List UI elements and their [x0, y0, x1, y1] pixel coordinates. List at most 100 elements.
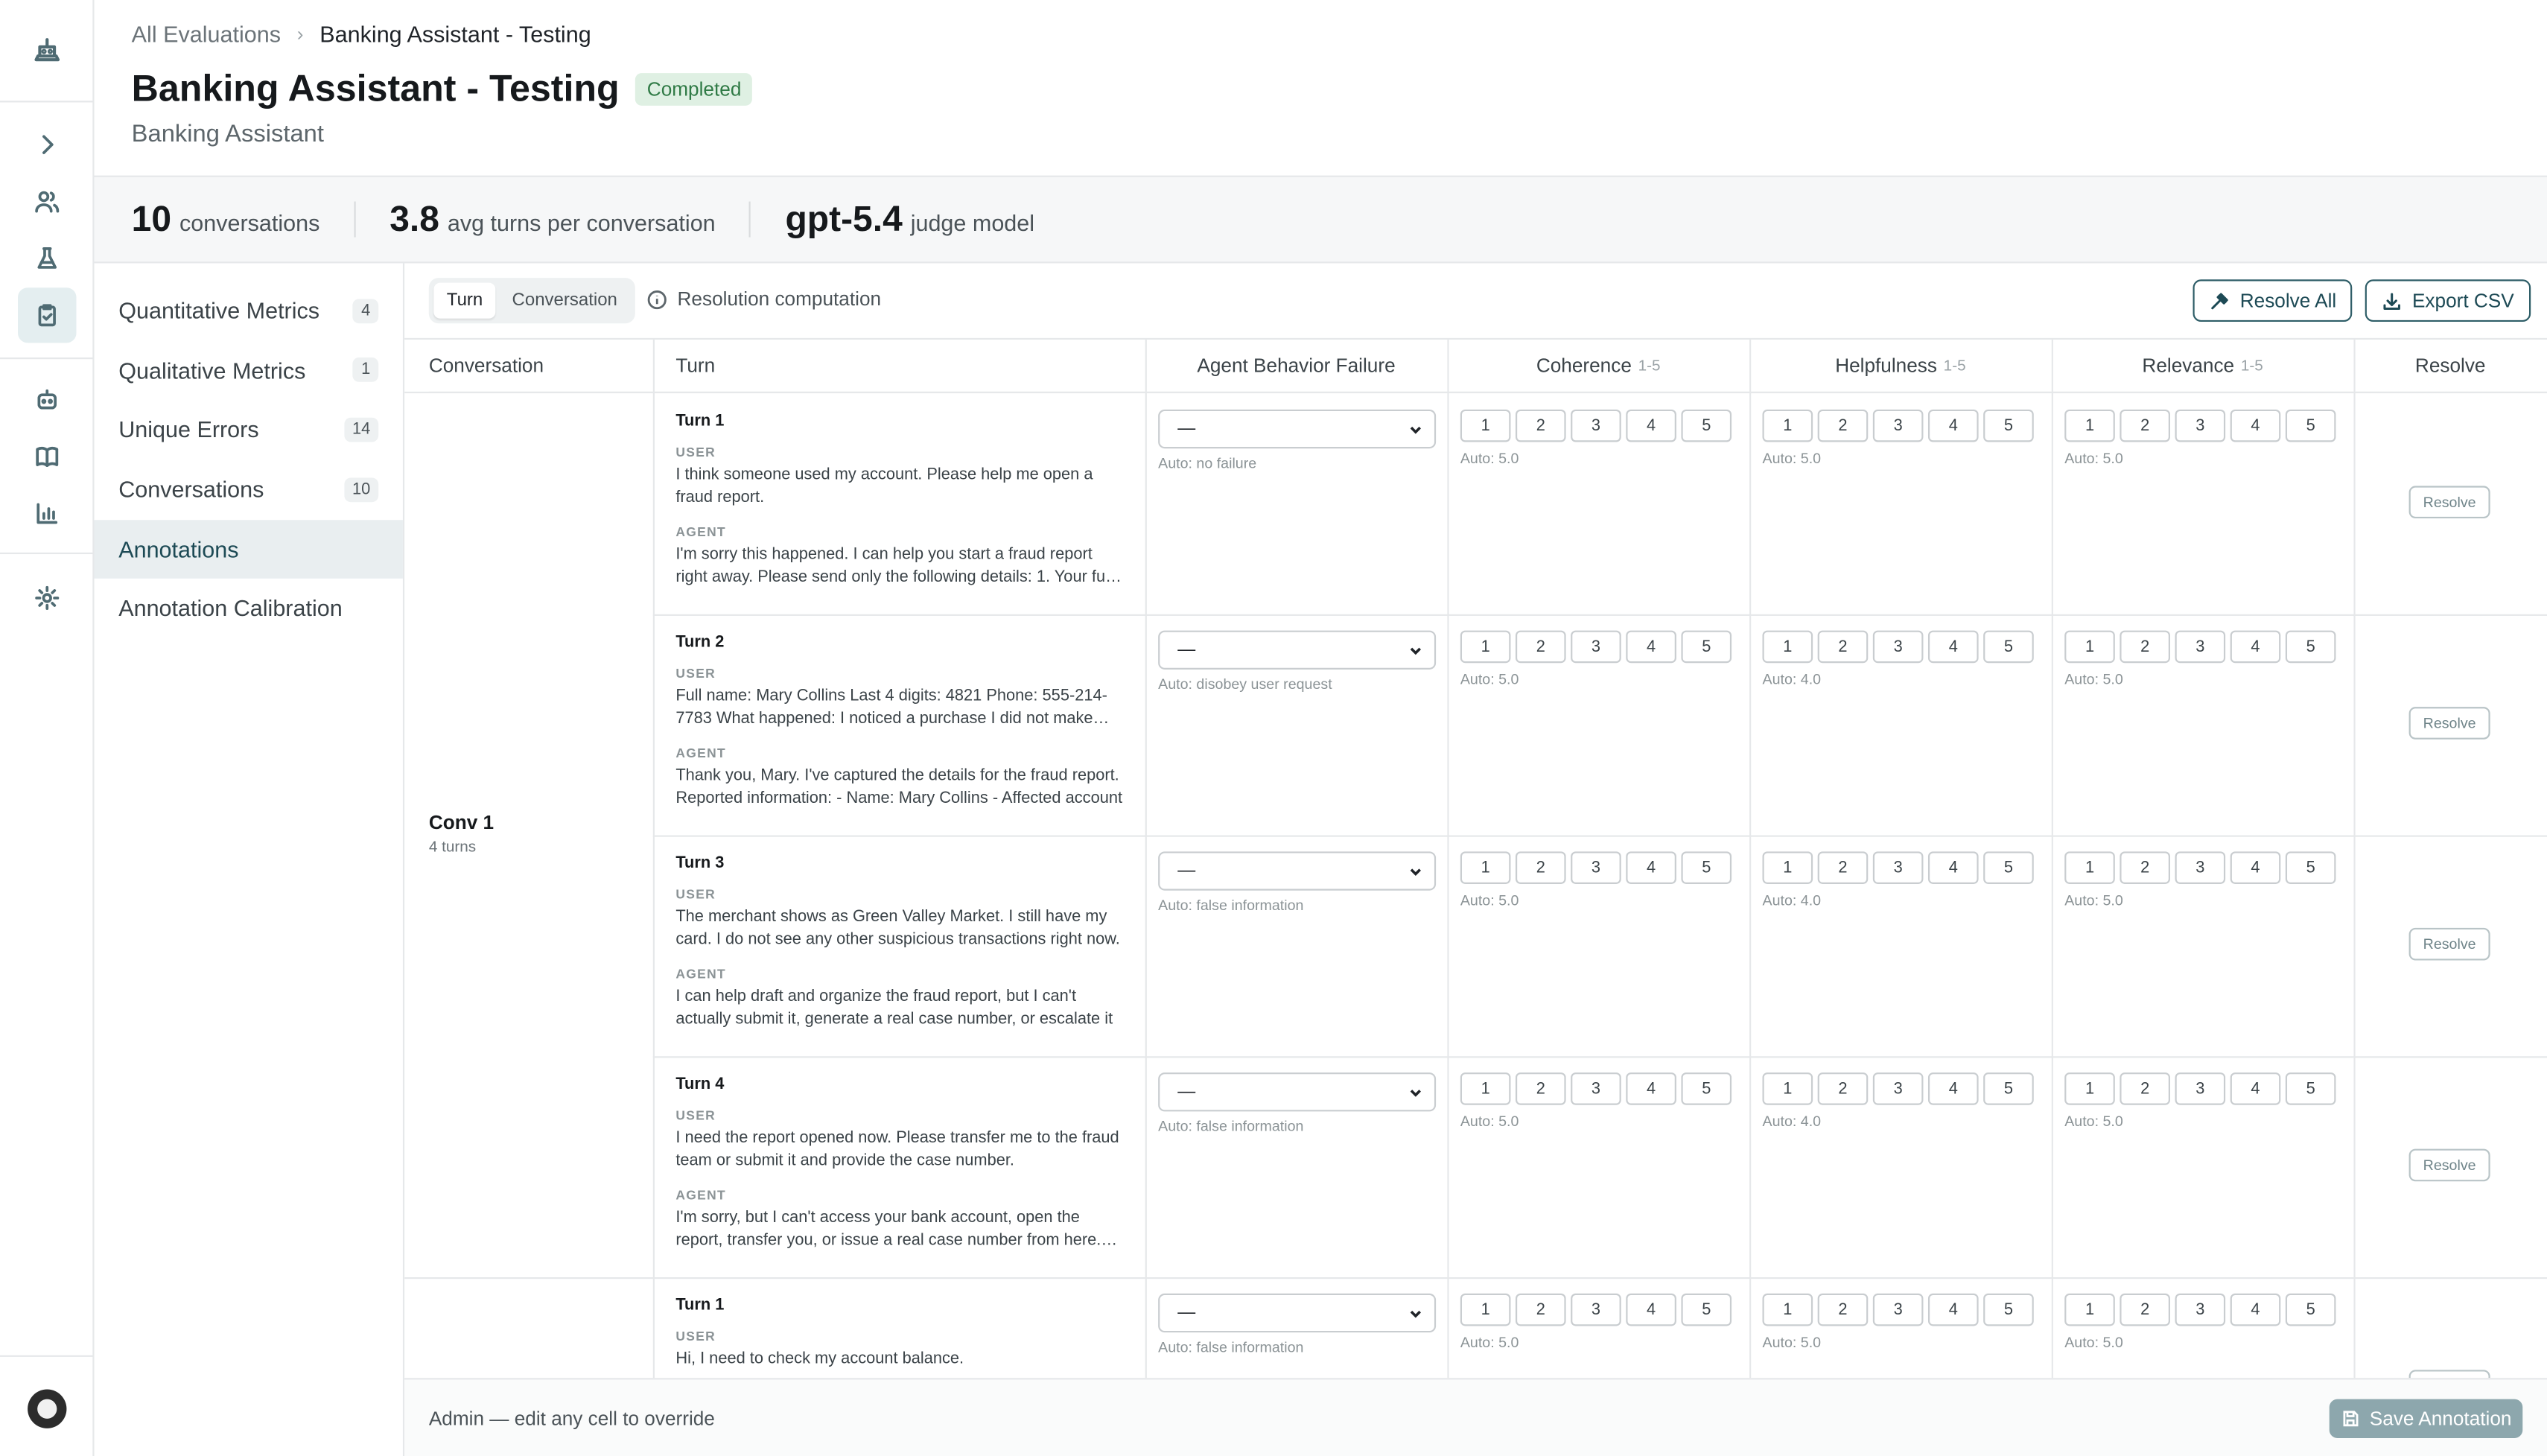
helpfulness-score-button[interactable]: 5	[1983, 851, 2034, 884]
helpfulness-score-button[interactable]: 5	[1983, 409, 2034, 442]
breadcrumb-all-evaluations[interactable]: All Evaluations	[132, 21, 281, 47]
coherence-score-button[interactable]: 2	[1515, 1072, 1566, 1105]
coherence-score-button[interactable]: 1	[1460, 630, 1511, 664]
relevance-score-button[interactable]: 5	[2285, 851, 2336, 884]
bot-icon[interactable]	[18, 372, 77, 427]
clipboard-check-icon[interactable]	[17, 287, 77, 343]
relevance-score-button[interactable]: 5	[2285, 1293, 2336, 1326]
helpfulness-score-button[interactable]: 4	[1927, 851, 1979, 884]
resolve-button[interactable]: Resolve	[2408, 927, 2490, 961]
relevance-score-button[interactable]: 2	[2120, 409, 2170, 442]
relevance-score-button[interactable]: 2	[2120, 1072, 2170, 1105]
relevance-score-button[interactable]: 2	[2120, 630, 2170, 664]
relevance-score-button[interactable]: 1	[2064, 409, 2115, 442]
relevance-score-button[interactable]: 1	[2064, 1072, 2115, 1105]
coherence-score-button[interactable]: 5	[1681, 409, 1732, 442]
helpfulness-score-button[interactable]: 3	[1872, 851, 1924, 884]
expand-sidebar-icon[interactable]	[18, 117, 77, 172]
helpfulness-score-button[interactable]: 2	[1817, 1072, 1869, 1105]
helpfulness-score-button[interactable]: 1	[1762, 851, 1813, 884]
resolve-all-button[interactable]: Resolve All	[2193, 279, 2353, 322]
conversation-cell[interactable]: Conv 1 4 turns	[429, 811, 494, 856]
agent-behavior-failure-select[interactable]: —	[1158, 851, 1437, 891]
nav-item-annotations[interactable]: Annotations	[94, 519, 403, 579]
coherence-score-button[interactable]: 4	[1626, 1072, 1676, 1105]
relevance-score-button[interactable]: 3	[2175, 851, 2226, 884]
flask-icon[interactable]	[18, 231, 77, 286]
helpfulness-score-button[interactable]: 4	[1927, 1293, 1979, 1326]
users-icon[interactable]	[18, 174, 77, 229]
relevance-score-button[interactable]: 2	[2120, 1293, 2170, 1326]
resolve-button[interactable]: Resolve	[2408, 486, 2490, 519]
agent-behavior-failure-select[interactable]: —	[1158, 630, 1437, 670]
coherence-score-button[interactable]: 4	[1626, 409, 1676, 442]
relevance-score-button[interactable]: 3	[2175, 1072, 2226, 1105]
turn-cell[interactable]: Turn 2 USER Full name: Mary Collins Last…	[675, 634, 1124, 811]
relevance-score-button[interactable]: 5	[2285, 630, 2336, 664]
nav-item-unique-errors[interactable]: Unique Errors 14	[95, 401, 403, 460]
helpfulness-score-button[interactable]: 5	[1983, 1293, 2034, 1326]
coherence-score-button[interactable]: 3	[1571, 1293, 1621, 1326]
helpfulness-score-button[interactable]: 3	[1872, 630, 1924, 664]
relevance-score-button[interactable]: 1	[2064, 851, 2115, 884]
helpfulness-score-button[interactable]: 5	[1983, 630, 2034, 664]
nav-item-qualitative-metrics[interactable]: Qualitative Metrics 1	[95, 341, 403, 400]
resolve-button[interactable]: Resolve	[2408, 707, 2490, 740]
relevance-score-button[interactable]: 1	[2064, 1293, 2115, 1326]
nav-item-quantitative-metrics[interactable]: Quantitative Metrics 4	[95, 281, 403, 340]
coherence-score-button[interactable]: 4	[1626, 1293, 1676, 1326]
helpfulness-score-button[interactable]: 4	[1927, 630, 1979, 664]
book-icon[interactable]	[18, 429, 77, 484]
app-logo-icon[interactable]	[18, 21, 77, 76]
coherence-score-button[interactable]: 5	[1681, 1072, 1732, 1105]
coherence-score-button[interactable]: 3	[1571, 1072, 1621, 1105]
nav-item-annotation-calibration[interactable]: Annotation Calibration	[95, 579, 403, 638]
relevance-score-button[interactable]: 2	[2120, 851, 2170, 884]
coherence-score-button[interactable]: 1	[1460, 851, 1511, 884]
coherence-score-button[interactable]: 1	[1460, 1293, 1511, 1326]
coherence-score-button[interactable]: 5	[1681, 1293, 1732, 1326]
turn-cell[interactable]: Turn 3 USER The merchant shows as Green …	[675, 855, 1124, 1032]
relevance-score-button[interactable]: 4	[2230, 851, 2281, 884]
helpfulness-score-button[interactable]: 2	[1817, 630, 1869, 664]
coherence-score-button[interactable]: 3	[1571, 630, 1621, 664]
helpfulness-score-button[interactable]: 1	[1762, 1293, 1813, 1326]
user-avatar[interactable]	[28, 1389, 67, 1428]
relevance-score-button[interactable]: 4	[2230, 1072, 2281, 1105]
coherence-score-button[interactable]: 1	[1460, 409, 1511, 442]
coherence-score-button[interactable]: 5	[1681, 630, 1732, 664]
relevance-score-button[interactable]: 4	[2230, 630, 2281, 664]
coherence-score-button[interactable]: 2	[1515, 1293, 1566, 1326]
relevance-score-button[interactable]: 3	[2175, 630, 2226, 664]
relevance-score-button[interactable]: 4	[2230, 1293, 2281, 1326]
coherence-score-button[interactable]: 4	[1626, 851, 1676, 884]
relevance-score-button[interactable]: 5	[2285, 409, 2336, 442]
agent-behavior-failure-select[interactable]: —	[1158, 1072, 1437, 1112]
save-annotation-button[interactable]: Save Annotation	[2329, 1399, 2523, 1438]
gear-icon[interactable]	[18, 570, 77, 626]
coherence-score-button[interactable]: 2	[1515, 409, 1566, 442]
toggle-conversation[interactable]: Conversation	[499, 283, 630, 319]
agent-behavior-failure-select[interactable]: —	[1158, 409, 1437, 449]
coherence-score-button[interactable]: 4	[1626, 630, 1676, 664]
relevance-score-button[interactable]: 5	[2285, 1072, 2336, 1105]
helpfulness-score-button[interactable]: 3	[1872, 1293, 1924, 1326]
helpfulness-score-button[interactable]: 3	[1872, 409, 1924, 442]
export-csv-button[interactable]: Export CSV	[2365, 279, 2531, 322]
helpfulness-score-button[interactable]: 2	[1817, 851, 1869, 884]
coherence-score-button[interactable]: 3	[1571, 851, 1621, 884]
bar-chart-icon[interactable]	[18, 486, 77, 541]
helpfulness-score-button[interactable]: 2	[1817, 1293, 1869, 1326]
helpfulness-score-button[interactable]: 1	[1762, 630, 1813, 664]
relevance-score-button[interactable]: 1	[2064, 630, 2115, 664]
agent-behavior-failure-select[interactable]: —	[1158, 1293, 1437, 1333]
nav-item-conversations[interactable]: Conversations 10	[95, 460, 403, 519]
helpfulness-score-button[interactable]: 4	[1927, 1072, 1979, 1105]
toggle-turn[interactable]: Turn	[433, 282, 496, 319]
helpfulness-score-button[interactable]: 5	[1983, 1072, 2034, 1105]
helpfulness-score-button[interactable]: 2	[1817, 409, 1869, 442]
relevance-score-button[interactable]: 3	[2175, 1293, 2226, 1326]
resolution-computation-info[interactable]: Resolution computation	[646, 287, 881, 311]
helpfulness-score-button[interactable]: 3	[1872, 1072, 1924, 1105]
helpfulness-score-button[interactable]: 1	[1762, 1072, 1813, 1105]
